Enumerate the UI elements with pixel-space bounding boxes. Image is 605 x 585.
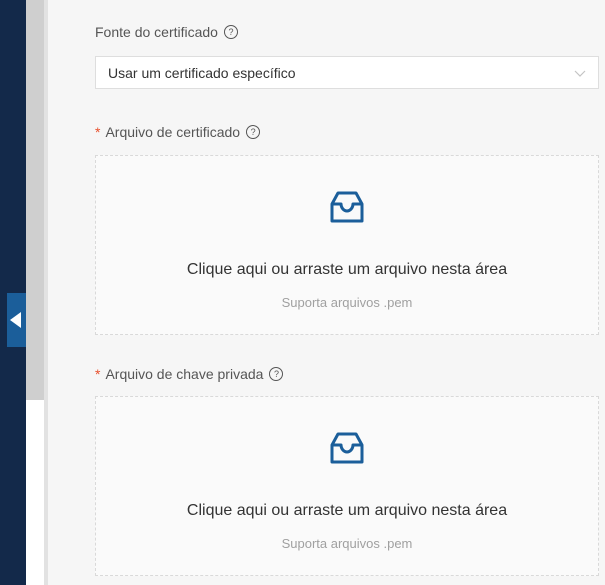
inbox-icon: [330, 432, 364, 464]
dropzone-hint: Suporta arquivos .pem: [281, 295, 413, 310]
dropzone-text: Clique aqui ou arraste um arquivo nesta …: [186, 502, 508, 519]
inbox-icon: [330, 191, 364, 223]
certificate-source-select[interactable]: Usar um certificado específico: [95, 56, 599, 89]
required-mark: *: [95, 366, 101, 382]
private-key-file-label: * Arquivo de chave privada ?: [95, 366, 284, 382]
dropzone-hint: Suporta arquivos .pem: [281, 536, 413, 551]
dropzone-text: Clique aqui ou arraste um arquivo nesta …: [186, 261, 508, 278]
question-circle-icon[interactable]: ?: [223, 25, 238, 39]
chevron-left-icon: [10, 312, 21, 328]
certificate-source-label: Fonte do certificado ?: [95, 24, 238, 40]
question-circle-icon[interactable]: ?: [246, 125, 261, 139]
certificate-source-selected: Usar um certificado específico: [108, 64, 296, 81]
chevron-down-icon: [574, 70, 586, 77]
certificate-upload-dropzone[interactable]: Clique aqui ou arraste um arquivo nesta …: [95, 155, 599, 335]
question-circle-icon[interactable]: ?: [269, 367, 284, 381]
certificate-file-label: * Arquivo de certificado ?: [95, 124, 261, 140]
required-mark: *: [95, 124, 101, 140]
scrollbar[interactable]: [26, 0, 44, 400]
private-key-upload-dropzone[interactable]: Clique aqui ou arraste um arquivo nesta …: [95, 396, 599, 576]
sidebar-collapse-button[interactable]: [7, 293, 26, 347]
